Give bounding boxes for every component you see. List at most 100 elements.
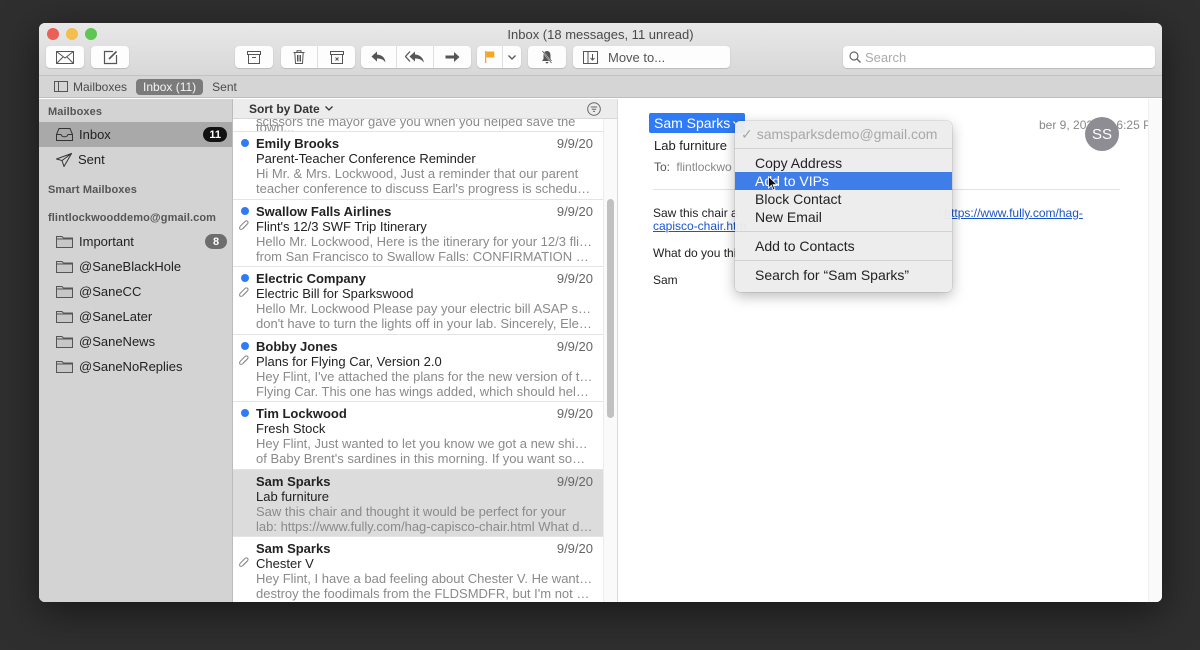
mailboxes-section-header[interactable]: Mailboxes [39, 102, 232, 122]
paperclip-icon [239, 354, 249, 365]
sidebar-item-sanenoreplies[interactable]: @SaneNoReplies [39, 354, 232, 379]
sidebar: Mailboxes Inbox 11 Sent Smart Mailboxes … [39, 99, 232, 602]
menu-item-add-to-contacts[interactable]: Add to Contacts [735, 237, 952, 255]
message-preview: Hey Flint, Just wanted to let you know w… [256, 436, 593, 451]
move-to-button[interactable]: Move to... [573, 46, 730, 68]
reply-icon [371, 51, 386, 63]
delete-junk-group [281, 46, 355, 68]
message-preview: of Baby Brent's sardines in this morning… [256, 451, 593, 466]
account-header[interactable]: flintlockwooddemo@gmail.com [39, 207, 232, 229]
favorite-inbox[interactable]: Inbox (11) [136, 78, 204, 95]
message-subject: Electric Bill for Sparkswood [256, 286, 414, 301]
menu-item-new-email[interactable]: New Email [735, 208, 952, 226]
flag-group [477, 46, 521, 68]
message-preview: from San Francisco to Swallow Falls: CON… [256, 248, 593, 264]
reply-button[interactable] [361, 46, 397, 68]
sort-bar: Sort by Date [233, 99, 617, 119]
reply-group [361, 46, 471, 68]
sidebar-item-sent[interactable]: Sent [39, 147, 232, 172]
unread-dot-icon [241, 341, 249, 350]
forward-button[interactable] [434, 46, 471, 68]
message-row[interactable]: Emily Brooks 9/9/20 Parent-Teacher Confere… [233, 132, 617, 200]
message-date: 9/9/20 [556, 541, 593, 556]
mute-button[interactable] [528, 46, 566, 68]
message-preview-partial[interactable]: scissors the mayor gave you when you hel… [233, 119, 617, 132]
viewer-scrollbar[interactable] [1148, 99, 1162, 602]
favorite-sent[interactable]: Sent [205, 79, 244, 95]
message-row[interactable]: Electric Company 9/9/20 Electric Bill for … [233, 267, 617, 335]
archive-button[interactable] [235, 46, 273, 68]
search-input[interactable] [865, 49, 1145, 65]
sidebar-item-sanenews[interactable]: @SaneNews [39, 329, 232, 354]
message-sender: Emily Brooks [256, 136, 340, 151]
mail-window: Inbox (18 messages, 11 unread) Move to..… [39, 23, 1162, 602]
sender-name-button[interactable]: Sam Sparks [649, 113, 746, 133]
unread-dot-icon [241, 409, 249, 417]
folder-icon [56, 361, 73, 373]
menu-item-copy-address[interactable]: Copy Address [735, 154, 952, 172]
message-date: 9/9/20 [556, 271, 593, 286]
sidebar-item-label: @SaneLater [79, 309, 153, 324]
message-row[interactable]: Sam Sparks 9/9/20 Lab furniture Saw this ch… [233, 469, 617, 537]
chair-link-continued[interactable]: capisco-chair.htm [653, 219, 746, 233]
sidebar-item-sanelater[interactable]: @SaneLater [39, 304, 232, 329]
mailboxes-toggle[interactable]: Mailboxes [47, 79, 134, 95]
filter-icon[interactable] [587, 102, 601, 116]
message-subject: Flint's 12/3 SWF Trip Itinerary [256, 218, 427, 234]
sidebar-item-label: Inbox [79, 127, 111, 142]
recipient-address[interactable]: flintlockwo [676, 160, 731, 174]
sidebar-item-inbox[interactable]: Inbox 11 [39, 122, 232, 147]
sender-name: Sam Sparks [654, 115, 731, 131]
message-date: 9/9/20 [556, 338, 593, 354]
body-text: Saw this chair a [653, 206, 738, 220]
delete-button[interactable] [281, 46, 318, 68]
message-preview: Hello Mr. Lockwood Please pay your elect… [256, 301, 593, 316]
message-preview: Hey Flint, I have a bad feeling about Ch… [256, 571, 593, 586]
flag-icon [484, 51, 494, 63]
message-sender: Swallow Falls Airlines [256, 203, 392, 219]
favorite-sent-label: Sent [212, 79, 237, 94]
flag-button[interactable] [477, 46, 503, 68]
mailboxes-toggle-label: Mailboxes [73, 79, 128, 94]
message-date: 9/9/20 [556, 136, 593, 151]
menu-item-block-contact[interactable]: Block Contact [735, 190, 952, 208]
get-mail-button[interactable] [46, 46, 84, 68]
avatar: SS [1085, 117, 1119, 151]
smart-mailboxes-header[interactable]: Smart Mailboxes [39, 179, 232, 201]
mouse-pointer-icon [768, 176, 778, 191]
menu-separator [735, 260, 952, 261]
menu-item-search-sender[interactable]: Search for “Sam Sparks” [735, 266, 952, 284]
paperclip-icon [239, 287, 249, 297]
unread-dot-icon [241, 206, 249, 215]
flag-menu-button[interactable] [503, 46, 521, 68]
reply-all-button[interactable] [397, 46, 434, 68]
message-row[interactable]: Tim Lockwood 9/9/20 Fresh Stock Hey Flint, … [233, 402, 617, 470]
message-sender: Sam Sparks [256, 473, 331, 489]
message-preview: Flying Car. This one has wings added, wh… [256, 383, 593, 399]
search-field[interactable] [843, 46, 1155, 68]
message-preview: Hello Mr. Lockwood, Here is the itinerar… [256, 233, 593, 249]
forward-icon [445, 52, 460, 62]
junk-button[interactable] [318, 46, 355, 68]
message-row[interactable]: Sam Sparks 9/9/20 Chester V Hey Flint, I ha… [233, 537, 617, 602]
sidebar-item-important[interactable]: Important 8 [39, 229, 232, 254]
scrollbar-thumb[interactable] [607, 199, 614, 418]
sidebar-item-sanecc[interactable]: @SaneCC [39, 279, 232, 304]
paperclip-icon [239, 219, 249, 230]
message-sender: Tim Lockwood [256, 406, 347, 421]
message-subject: Chester V [256, 556, 314, 571]
message-list-scrollbar[interactable] [603, 119, 617, 602]
sidebar-item-saneblackhole[interactable]: @SaneBlackHole [39, 254, 232, 279]
checkmark-icon: ✓ [741, 125, 753, 142]
message-preview: teacher conference to discuss Earl's pro… [256, 181, 593, 196]
message-row[interactable]: Bobby Jones 9/9/20 Plans for Flying Car, V… [233, 335, 617, 402]
recipient-line: To: flintlockwo [654, 160, 732, 174]
menu-item-add-to-vips[interactable]: Add to VIPs [735, 172, 952, 191]
message-row[interactable]: Swallow Falls Airlines 9/9/20 Flint's 12/3… [233, 200, 617, 267]
preview-text: scissors the mayor gave you when you hel… [256, 119, 576, 132]
menu-separator [735, 231, 952, 232]
compose-button[interactable] [91, 46, 129, 68]
unread-dot-icon [241, 139, 249, 147]
sort-by-date-button[interactable]: Sort by Date [249, 102, 320, 116]
chair-link[interactable]: https://www.fully.com/hag- [944, 206, 1083, 220]
